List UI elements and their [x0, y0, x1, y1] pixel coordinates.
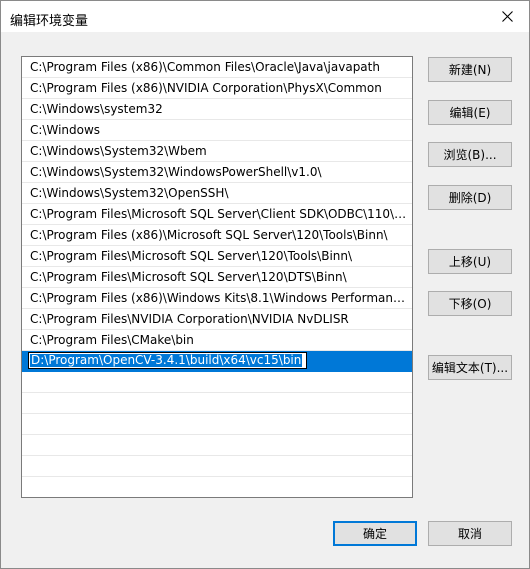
path-list-item[interactable]: C:\Program Files\Microsoft SQL Server\Cl… — [22, 204, 412, 225]
path-list-item[interactable]: C:\Program Files\CMake\bin — [22, 330, 412, 351]
empty-list-row — [22, 456, 412, 477]
path-text: C:\Program Files\CMake\bin — [30, 333, 194, 347]
ok-button[interactable]: 确定 — [333, 521, 417, 546]
path-list-item[interactable]: C:\Program Files\Microsoft SQL Server\12… — [22, 246, 412, 267]
path-list[interactable]: C:\Program Files (x86)\Common Files\Orac… — [21, 56, 413, 498]
edit-env-var-dialog: 编辑环境变量 C:\Program Files (x86)\Common Fil… — [0, 0, 530, 569]
path-list-item[interactable]: C:\Windows — [22, 120, 412, 141]
edit-button[interactable]: 编辑(E) — [428, 100, 512, 125]
path-text: C:\Windows\System32\OpenSSH\ — [30, 186, 229, 200]
close-button[interactable] — [485, 1, 529, 32]
empty-list-row — [22, 477, 412, 497]
cancel-button[interactable]: 取消 — [428, 521, 512, 546]
path-list-item[interactable]: C:\Program Files\NVIDIA Corporation\NVID… — [22, 309, 412, 330]
path-list-item[interactable]: C:\Program Files (x86)\Microsoft SQL Ser… — [22, 225, 412, 246]
path-text: C:\Program Files\Microsoft SQL Server\12… — [30, 270, 347, 284]
path-text: C:\Windows — [30, 123, 101, 137]
path-list-item-editing[interactable]: D:\Program\OpenCV-3.4.1\build\x64\vc15\b… — [22, 351, 412, 372]
path-list-item[interactable]: C:\Program Files (x86)\Common Files\Orac… — [22, 57, 412, 78]
path-text: C:\Program Files (x86)\NVIDIA Corporatio… — [30, 81, 382, 95]
path-text: C:\Program Files\Microsoft SQL Server\Cl… — [30, 207, 408, 221]
path-text: C:\Program Files\NVIDIA Corporation\NVID… — [30, 312, 349, 326]
empty-list-row — [22, 393, 412, 414]
path-text: C:\Windows\System32\WindowsPowerShell\v1… — [30, 165, 322, 179]
empty-list-row — [22, 435, 412, 456]
path-list-item[interactable]: C:\Program Files (x86)\NVIDIA Corporatio… — [22, 78, 412, 99]
close-icon — [501, 11, 513, 22]
path-text: C:\Program Files (x86)\Common Files\Orac… — [30, 60, 380, 74]
path-text: C:\Program Files\Microsoft SQL Server\12… — [30, 249, 353, 263]
title-bar: 编辑环境变量 — [1, 1, 529, 32]
new-button[interactable]: 新建(N) — [428, 57, 512, 82]
empty-list-row — [22, 414, 412, 435]
path-text: C:\Program Files (x86)\Microsoft SQL Ser… — [30, 228, 388, 242]
path-list-item[interactable]: C:\Program Files\Microsoft SQL Server\12… — [22, 267, 412, 288]
path-text: C:\Windows\system32 — [30, 102, 163, 116]
window-title: 编辑环境变量 — [10, 14, 89, 29]
browse-button[interactable]: 浏览(B)... — [428, 142, 512, 167]
path-list-item[interactable]: C:\Windows\System32\WindowsPowerShell\v1… — [22, 162, 412, 183]
move-down-button[interactable]: 下移(O) — [428, 291, 512, 316]
delete-button[interactable]: 删除(D) — [428, 185, 512, 210]
edit-text-button[interactable]: 编辑文本(T)... — [428, 355, 512, 380]
move-up-button[interactable]: 上移(U) — [428, 249, 512, 274]
path-text: C:\Program Files (x86)\Windows Kits\8.1\… — [30, 291, 408, 305]
path-edit-input[interactable]: D:\Program\OpenCV-3.4.1\build\x64\vc15\b… — [28, 352, 307, 369]
path-list-item[interactable]: C:\Windows\System32\Wbem — [22, 141, 412, 162]
path-list-item[interactable]: C:\Windows\System32\OpenSSH\ — [22, 183, 412, 204]
path-list-item[interactable]: C:\Windows\system32 — [22, 99, 412, 120]
empty-list-row — [22, 372, 412, 393]
path-text: C:\Windows\System32\Wbem — [30, 144, 207, 158]
path-list-item[interactable]: C:\Program Files (x86)\Windows Kits\8.1\… — [22, 288, 412, 309]
path-edit-value: D:\Program\OpenCV-3.4.1\build\x64\vc15\b… — [30, 353, 303, 367]
